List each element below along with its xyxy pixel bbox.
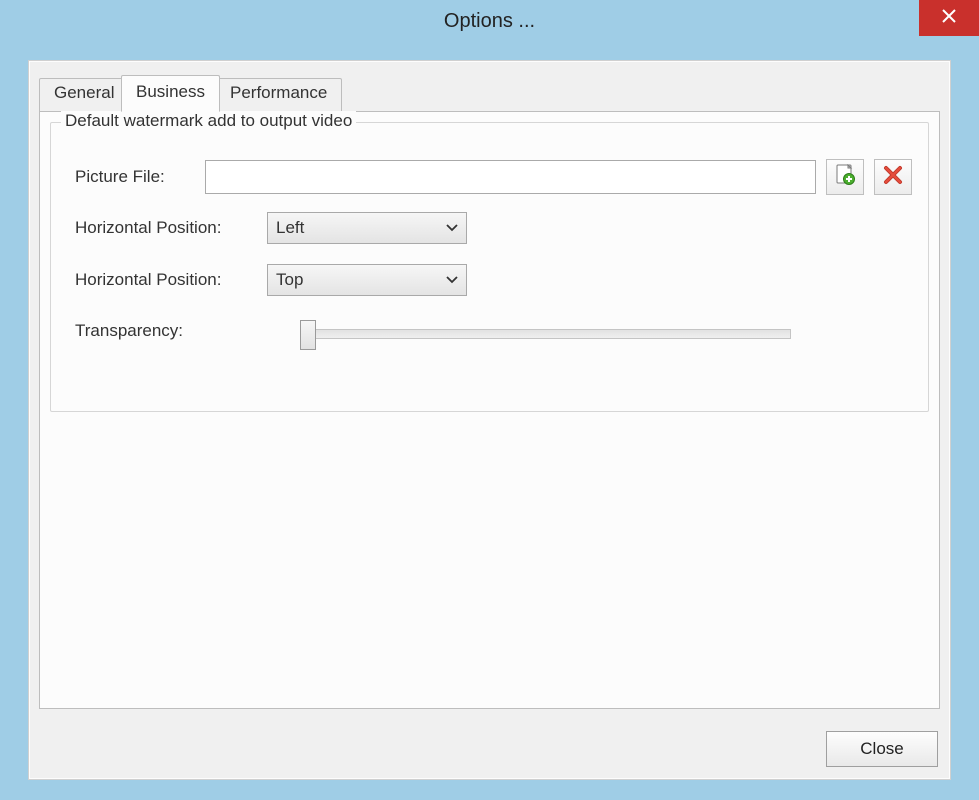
window-title: Options ...	[444, 0, 535, 42]
close-icon	[941, 8, 957, 29]
vpos-row: Horizontal Position: Top	[75, 263, 912, 297]
groupbox-title: Default watermark add to output video	[61, 111, 356, 131]
vpos-select[interactable]: Top	[267, 264, 467, 296]
hpos-row: Horizontal Position: Left	[75, 211, 912, 245]
hpos-value: Left	[276, 218, 304, 238]
tab-panel-business: Default watermark add to output video Pi…	[39, 111, 940, 709]
chevron-down-icon	[446, 221, 458, 235]
tab-strip: General Business Performance	[39, 75, 940, 111]
client-area: General Business Performance Default wat…	[28, 60, 951, 780]
vpos-label: Horizontal Position:	[75, 270, 267, 290]
window-close-button[interactable]	[919, 0, 979, 36]
close-button[interactable]: Close	[826, 731, 938, 767]
options-window: Options ... General Business Performance…	[0, 0, 979, 800]
tab-business[interactable]: Business	[121, 75, 220, 112]
hpos-label: Horizontal Position:	[75, 218, 267, 238]
hpos-select[interactable]: Left	[267, 212, 467, 244]
delete-picture-icon	[882, 164, 904, 191]
add-picture-button[interactable]	[826, 159, 864, 195]
watermark-groupbox: Default watermark add to output video Pi…	[50, 122, 929, 412]
picture-file-label: Picture File:	[75, 167, 205, 187]
titlebar: Options ...	[0, 0, 979, 42]
add-picture-icon	[834, 164, 856, 191]
transparency-row: Transparency:	[75, 317, 912, 345]
slider-thumb[interactable]	[300, 320, 316, 350]
delete-picture-button[interactable]	[874, 159, 912, 195]
transparency-slider[interactable]	[301, 329, 791, 339]
tab-performance[interactable]: Performance	[215, 78, 342, 111]
picture-file-row: Picture File:	[75, 159, 912, 195]
transparency-label: Transparency:	[75, 321, 267, 341]
picture-file-input[interactable]	[205, 160, 816, 194]
chevron-down-icon	[446, 273, 458, 287]
dialog-footer: Close	[826, 731, 938, 767]
vpos-value: Top	[276, 270, 303, 290]
tab-general[interactable]: General	[39, 78, 129, 111]
